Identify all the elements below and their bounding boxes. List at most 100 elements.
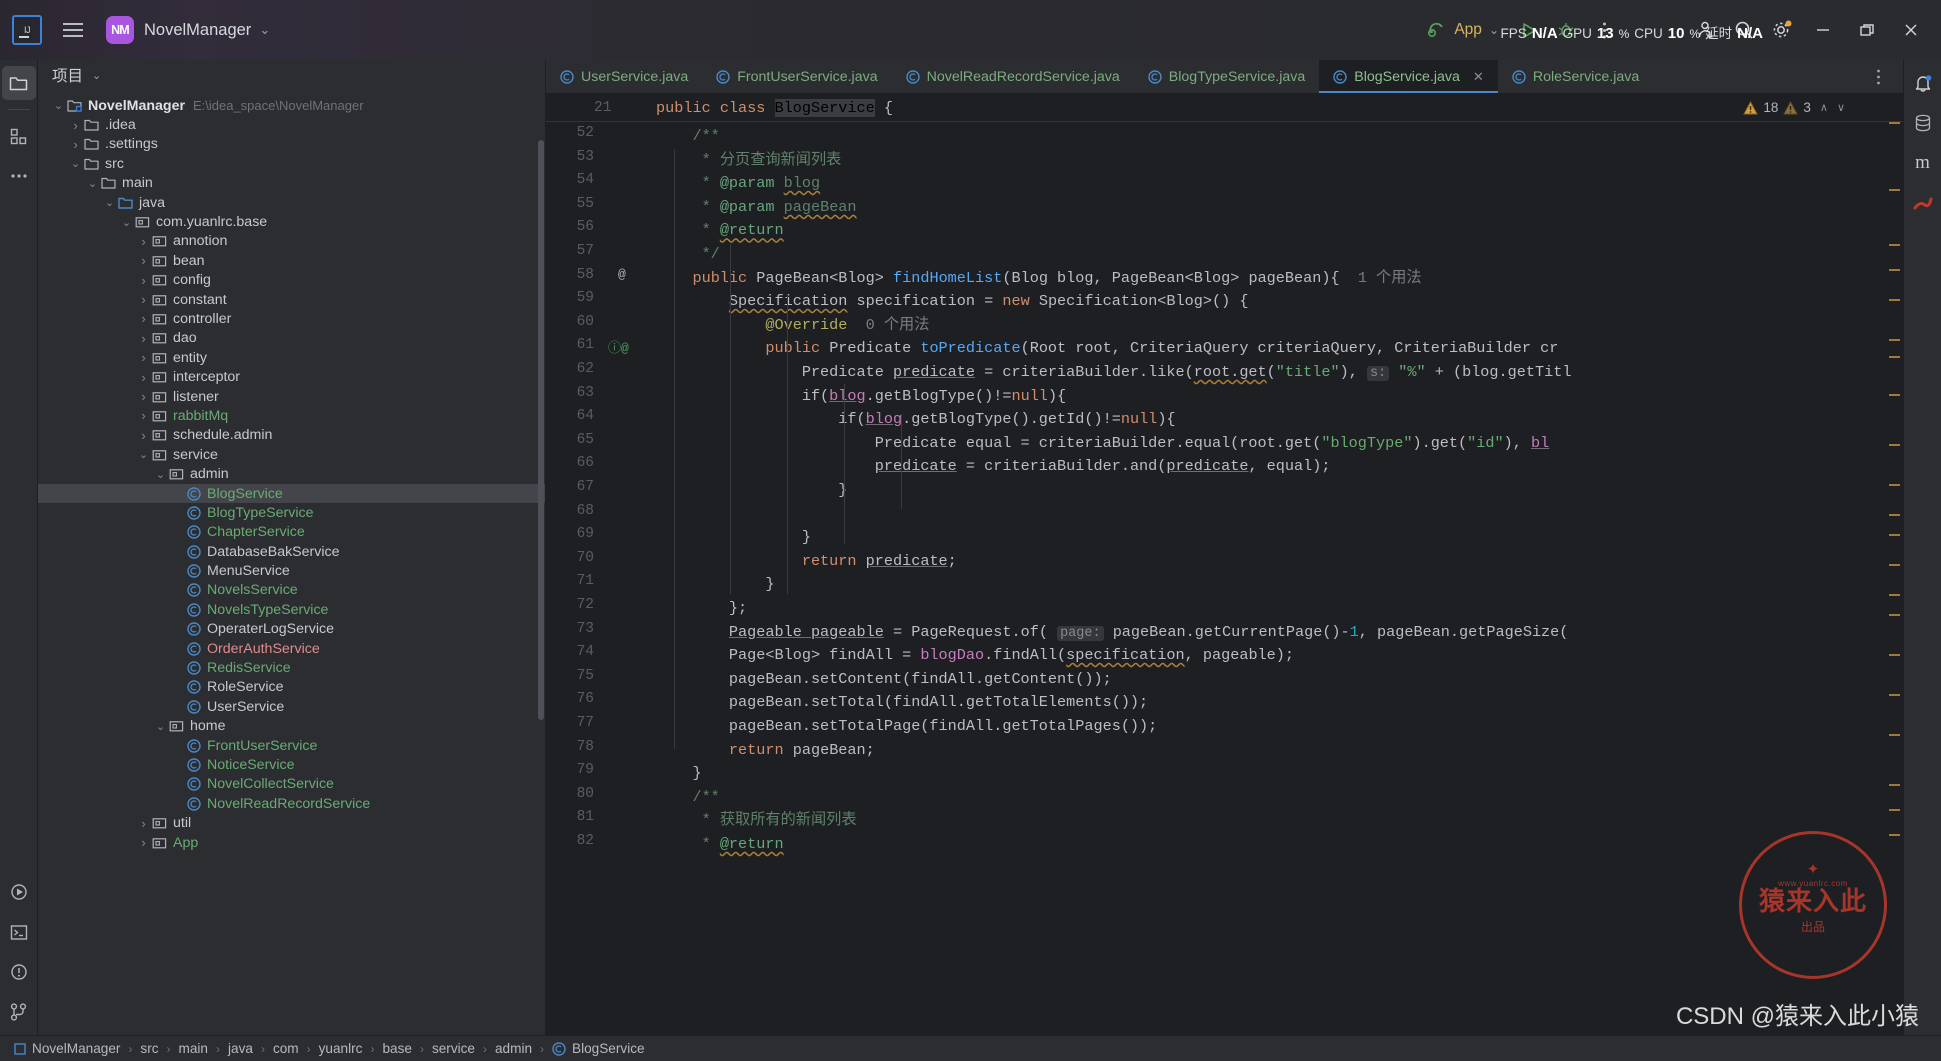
project-name-label[interactable]: NovelManager: [144, 21, 251, 40]
code-line[interactable]: * @return: [656, 833, 784, 857]
breadcrumb-item[interactable]: java: [228, 1041, 253, 1056]
chevron-right-icon[interactable]: ›: [137, 273, 150, 288]
error-stripe-mark[interactable]: [1889, 514, 1900, 516]
chevron-down-icon[interactable]: ⌄: [120, 216, 133, 229]
tree-node[interactable]: UserService: [38, 697, 545, 716]
code-line[interactable]: */: [656, 243, 720, 267]
tree-node[interactable]: FrontUserService: [38, 736, 545, 755]
gutter-marker[interactable]: ⓘ@: [608, 337, 629, 356]
chevron-right-icon[interactable]: ›: [137, 389, 150, 404]
error-stripe-mark[interactable]: [1889, 484, 1900, 486]
code-line[interactable]: * @return: [656, 219, 784, 243]
chevron-right-icon[interactable]: ›: [137, 370, 150, 385]
chevron-right-icon[interactable]: ›: [137, 816, 150, 831]
debug-button[interactable]: [1547, 11, 1585, 49]
code-line[interactable]: return predicate;: [656, 550, 957, 574]
error-stripe-mark[interactable]: [1889, 654, 1900, 656]
breadcrumb[interactable]: NovelManager › src › main › java › com › yuanlrc › b…: [0, 1035, 1941, 1061]
code-line[interactable]: predicate = criteriaBuilder.and(predicat…: [656, 455, 1331, 479]
code-content[interactable]: /** * 分页查询新闻列表 * @param blog * @param pa…: [656, 94, 1903, 1035]
chevron-right-icon[interactable]: ›: [137, 253, 150, 268]
tree-node[interactable]: › util: [38, 813, 545, 832]
account-icon[interactable]: [1687, 11, 1725, 49]
tree-node[interactable]: › annotion: [38, 232, 545, 251]
tree-node[interactable]: ⌄ com.yuanlrc.base: [38, 212, 545, 231]
error-stripe-mark[interactable]: [1889, 809, 1900, 811]
tree-node[interactable]: › schedule.admin: [38, 426, 545, 445]
code-editor[interactable]: 52 53 54 55 56 57 58 @59 60 61 ⓘ@ 62 63 64 65 66 67 68 69 7…: [546, 94, 1903, 1035]
sidebar-item-bookmarks[interactable]: [1906, 186, 1940, 220]
editor-tab-active[interactable]: BlogService.java ✕: [1319, 60, 1498, 93]
sidebar-item-structure[interactable]: [2, 119, 36, 153]
breadcrumb-item[interactable]: src: [140, 1041, 158, 1056]
code-line[interactable]: pageBean.setContent(findAll.getContent()…: [656, 668, 1112, 692]
main-menu-icon[interactable]: [56, 13, 90, 47]
error-stripe-mark[interactable]: [1889, 339, 1900, 341]
chevron-right-icon[interactable]: ›: [69, 137, 82, 152]
chevron-down-icon[interactable]: ⌄: [103, 196, 116, 209]
error-stripe-mark[interactable]: [1889, 394, 1900, 396]
tree-node[interactable]: ⌄ NovelManager E:\idea_space\NovelManager: [38, 96, 545, 115]
sidebar-item-database[interactable]: [1906, 106, 1940, 140]
tree-node[interactable]: › rabbitMq: [38, 406, 545, 425]
breadcrumb-item[interactable]: BlogService: [552, 1041, 645, 1056]
code-line[interactable]: Pageable pageable = PageRequest.of( page…: [656, 621, 1568, 646]
tree-node[interactable]: NovelReadRecordService: [38, 794, 545, 813]
tree-node[interactable]: RoleService: [38, 678, 545, 697]
error-stripe-mark[interactable]: [1889, 269, 1900, 271]
tree-node[interactable]: NovelsService: [38, 581, 545, 600]
error-stripe-mark[interactable]: [1889, 534, 1900, 536]
tree-node-selected[interactable]: BlogService: [38, 483, 545, 504]
sidebar-item-more[interactable]: [2, 159, 36, 193]
sidebar-item-project[interactable]: [1, 66, 36, 100]
code-line[interactable]: * @param blog: [656, 172, 821, 196]
previous-problem-icon[interactable]: ∧: [1820, 101, 1828, 114]
error-stripe-mark[interactable]: [1889, 734, 1900, 736]
editor-tab[interactable]: RoleService.java: [1498, 60, 1653, 93]
code-line[interactable]: /**: [656, 786, 719, 810]
code-line[interactable]: Predicate predicate = criteriaBuilder.li…: [656, 361, 1571, 386]
code-line[interactable]: public PageBean<Blog> findHomeList(Blog …: [656, 267, 1421, 291]
gutter-marker[interactable]: @: [618, 267, 626, 282]
tree-node[interactable]: NovelsTypeService: [38, 600, 545, 619]
error-stripe-mark[interactable]: [1889, 594, 1900, 596]
error-stripe-mark[interactable]: [1889, 189, 1900, 191]
tree-node[interactable]: › constant: [38, 290, 545, 309]
error-stripe-mark[interactable]: [1889, 356, 1900, 358]
code-line[interactable]: public Predicate toPredicate(Root root, …: [656, 337, 1558, 361]
chevron-right-icon[interactable]: ›: [137, 835, 150, 850]
project-tree[interactable]: ⌄ NovelManager E:\idea_space\NovelManager ›…: [38, 90, 545, 1035]
sidebar-item-run[interactable]: [2, 875, 36, 909]
code-line[interactable]: };: [656, 597, 747, 621]
settings-icon[interactable]: [1763, 11, 1801, 49]
chevron-down-icon[interactable]: ⌄: [92, 69, 101, 82]
inspection-widget[interactable]: 18 3 ∧ ∨: [1743, 100, 1845, 115]
tree-node[interactable]: OrderAuthService: [38, 639, 545, 658]
tree-node[interactable]: › entity: [38, 348, 545, 367]
code-line[interactable]: Page<Blog> findAll = blogDao.findAll(spe…: [656, 644, 1294, 668]
chevron-right-icon[interactable]: ›: [137, 292, 150, 307]
error-stripe-mark[interactable]: [1889, 784, 1900, 786]
tree-node[interactable]: BlogTypeService: [38, 503, 545, 522]
error-stripe-mark[interactable]: [1889, 122, 1900, 124]
chevron-down-icon[interactable]: ⌄: [52, 99, 65, 112]
code-line[interactable]: }: [656, 762, 701, 786]
tree-node[interactable]: MenuService: [38, 561, 545, 580]
sidebar-item-problems[interactable]: [2, 955, 36, 989]
tree-node[interactable]: ⌄ home: [38, 717, 545, 736]
editor-gutter[interactable]: 52 53 54 55 56 57 58 @59 60 61 ⓘ@ 62 63 64 65 66 67 68 69 7…: [546, 94, 656, 1035]
more-options-icon[interactable]: [1585, 11, 1623, 49]
minimize-icon[interactable]: [1801, 7, 1845, 53]
tree-node[interactable]: ⌄ service: [38, 445, 545, 464]
editor-tab[interactable]: NovelReadRecordService.java: [892, 60, 1134, 93]
tree-node[interactable]: ⌄ main: [38, 174, 545, 193]
close-icon[interactable]: [1889, 7, 1933, 53]
maximize-icon[interactable]: [1845, 7, 1889, 53]
chevron-down-icon[interactable]: ⌄: [154, 468, 167, 481]
sidebar-item-terminal[interactable]: [2, 915, 36, 949]
breadcrumb-item[interactable]: service: [432, 1041, 475, 1056]
breadcrumb-item[interactable]: admin: [495, 1041, 532, 1056]
chevron-down-icon[interactable]: ⌄: [154, 720, 167, 733]
tree-node[interactable]: › interceptor: [38, 367, 545, 386]
code-line[interactable]: /**: [656, 125, 719, 149]
